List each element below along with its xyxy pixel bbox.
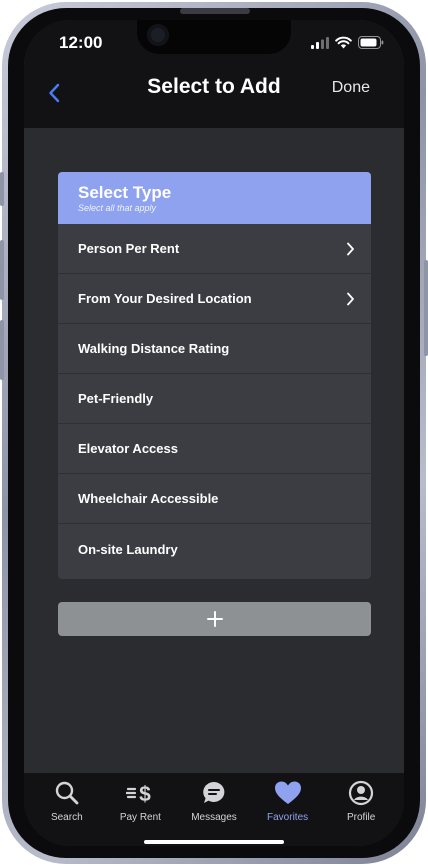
earpiece-speaker xyxy=(180,8,250,14)
select-type-header: Select Type Select all that apply xyxy=(58,172,371,224)
search-icon xyxy=(55,781,79,805)
profile-icon xyxy=(349,780,374,806)
option-row[interactable]: Wheelchair Accessible xyxy=(58,474,371,524)
nav-bar: Select to Add Done xyxy=(24,70,404,128)
silent-switch xyxy=(0,172,4,206)
option-label: From Your Desired Location xyxy=(78,291,252,306)
tab-messages[interactable]: Messages xyxy=(177,779,251,846)
pay-rent-icon: $ xyxy=(126,783,152,806)
tab-label: Search xyxy=(50,812,83,823)
option-label: Wheelchair Accessible xyxy=(78,491,219,506)
power-button xyxy=(424,260,428,356)
tab-label: Pay Rent xyxy=(119,812,161,823)
battery-icon xyxy=(358,36,384,49)
option-label: Person Per Rent xyxy=(78,241,180,256)
svg-text:$: $ xyxy=(140,783,152,806)
volume-down-button xyxy=(0,320,4,380)
tab-favorites[interactable]: Favorites xyxy=(251,779,325,846)
back-button[interactable] xyxy=(48,78,72,108)
option-row[interactable]: Elevator Access xyxy=(58,424,371,474)
front-camera xyxy=(147,24,169,46)
option-label: Walking Distance Rating xyxy=(78,341,230,356)
tab-pay-rent[interactable]: $ Pay Rent xyxy=(104,779,178,846)
select-type-subtitle: Select all that apply xyxy=(78,203,157,213)
plus-icon xyxy=(206,611,223,627)
option-row[interactable]: On-site Laundry xyxy=(58,524,371,574)
tab-search[interactable]: Search xyxy=(30,779,104,846)
option-label: On-site Laundry xyxy=(78,541,178,557)
status-icons xyxy=(311,36,384,49)
option-label: Pet-Friendly xyxy=(78,391,154,406)
tab-profile[interactable]: Profile xyxy=(324,779,398,846)
select-type-title: Select Type xyxy=(78,183,172,202)
tab-label: Profile xyxy=(346,812,376,823)
chevron-right-icon xyxy=(347,292,354,305)
select-type-card: Select Type Select all that apply Person… xyxy=(58,172,371,579)
notch xyxy=(137,20,291,54)
wifi-icon xyxy=(335,36,352,49)
volume-up-button xyxy=(0,240,4,300)
status-time: 12:00 xyxy=(59,33,103,52)
done-button[interactable]: Done xyxy=(332,79,370,97)
option-row[interactable]: Person Per Rent xyxy=(58,224,371,274)
home-indicator xyxy=(144,840,284,844)
option-row[interactable]: From Your Desired Location xyxy=(58,274,371,324)
tab-label: Messages xyxy=(191,812,237,823)
messages-icon xyxy=(203,781,225,803)
add-button[interactable] xyxy=(58,602,371,636)
option-row[interactable]: Pet-Friendly xyxy=(58,374,371,424)
chevron-left-icon xyxy=(49,83,60,103)
option-label: Elevator Access xyxy=(78,441,178,456)
cellular-signal-icon xyxy=(311,36,329,49)
option-row[interactable]: Walking Distance Rating xyxy=(58,324,371,374)
main-content: Select Type Select all that apply Person… xyxy=(24,128,404,773)
tab-bar: Search $ Pay Rent Messages Favorites Pro… xyxy=(24,773,404,846)
screen: 12:00 Select to Add Done Select Type Sel… xyxy=(24,20,404,846)
chevron-right-icon xyxy=(347,242,354,255)
heart-icon xyxy=(274,781,301,804)
option-list: Person Per Rent From Your Desired Locatio… xyxy=(58,224,371,574)
tab-label: Favorites xyxy=(267,812,309,823)
